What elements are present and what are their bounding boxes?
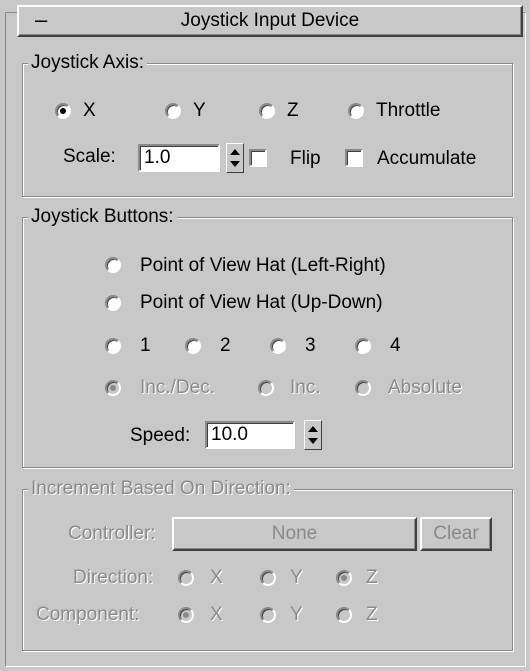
joystick-buttons-legend: Joystick Buttons: (28, 205, 177, 229)
button-1-radio[interactable] (105, 338, 121, 354)
component-y-label[interactable]: Y (290, 603, 303, 627)
flip-label[interactable]: Flip (290, 147, 321, 171)
spinner-up-icon[interactable] (308, 426, 318, 432)
rollout-header[interactable]: – Joystick Input Device (17, 5, 523, 37)
accumulate-label[interactable]: Accumulate (377, 147, 476, 171)
scale-spinner[interactable] (226, 143, 244, 173)
joystick-axis-legend: Joystick Axis: (28, 51, 147, 75)
axis-throttle-radio[interactable] (348, 103, 364, 119)
pov-left-right-radio[interactable] (105, 257, 121, 273)
button-4-label[interactable]: 4 (390, 334, 401, 358)
direction-y-label[interactable]: Y (290, 566, 303, 590)
direction-z-radio[interactable] (336, 570, 352, 586)
direction-x-label[interactable]: X (210, 566, 223, 590)
increment-direction-legend: Increment Based On Direction: (28, 477, 294, 501)
mode-inc-radio[interactable] (258, 380, 274, 396)
direction-x-radio[interactable] (178, 570, 194, 586)
speed-input[interactable]: 10.0 (205, 421, 295, 449)
axis-y-radio[interactable] (165, 103, 181, 119)
joystick-axis-group: Joystick Axis: (22, 51, 513, 197)
button-2-label[interactable]: 2 (220, 334, 231, 358)
direction-z-label[interactable]: Z (366, 566, 378, 590)
spinner-up-icon[interactable] (230, 149, 240, 155)
button-4-radio[interactable] (355, 338, 371, 354)
axis-x-label[interactable]: X (83, 99, 96, 123)
mode-inc-label[interactable]: Inc. (290, 376, 321, 400)
component-x-label[interactable]: X (210, 603, 223, 627)
pov-up-down-label[interactable]: Point of View Hat (Up-Down) (140, 291, 383, 315)
component-z-label[interactable]: Z (366, 603, 378, 627)
button-1-label[interactable]: 1 (140, 334, 151, 358)
controller-label: Controller: (68, 523, 156, 544)
spinner-down-icon[interactable] (308, 438, 318, 444)
button-2-radio[interactable] (185, 338, 201, 354)
axis-throttle-label[interactable]: Throttle (376, 99, 440, 123)
clear-button[interactable]: Clear (420, 517, 492, 551)
button-3-label[interactable]: 3 (305, 334, 316, 358)
speed-label: Speed: (130, 425, 191, 446)
button-3-radio[interactable] (270, 338, 286, 354)
axis-z-radio[interactable] (259, 103, 275, 119)
scale-label: Scale: (63, 146, 116, 167)
direction-y-radio[interactable] (260, 570, 276, 586)
rollout-title: Joystick Input Device (180, 10, 360, 31)
axis-x-radio[interactable] (55, 103, 71, 119)
mode-absolute-radio[interactable] (355, 380, 371, 396)
controller-none-button[interactable]: None (172, 517, 417, 551)
component-label: Component: (36, 604, 140, 625)
speed-spinner[interactable] (304, 420, 322, 450)
pov-up-down-radio[interactable] (105, 295, 121, 311)
flip-checkbox[interactable] (249, 149, 267, 167)
axis-z-label[interactable]: Z (287, 99, 299, 123)
mode-incdec-radio[interactable] (105, 380, 121, 396)
spinner-down-icon[interactable] (230, 161, 240, 167)
direction-label: Direction: (73, 567, 154, 588)
component-y-radio[interactable] (260, 607, 276, 623)
accumulate-checkbox[interactable] (345, 149, 363, 167)
pov-left-right-label[interactable]: Point of View Hat (Left-Right) (140, 254, 386, 278)
component-x-radio[interactable] (178, 607, 194, 623)
component-z-radio[interactable] (336, 607, 352, 623)
mode-incdec-label[interactable]: Inc./Dec. (140, 376, 215, 400)
mode-absolute-label[interactable]: Absolute (388, 376, 462, 400)
axis-y-label[interactable]: Y (193, 99, 206, 123)
scale-input[interactable]: 1.0 (138, 144, 220, 172)
